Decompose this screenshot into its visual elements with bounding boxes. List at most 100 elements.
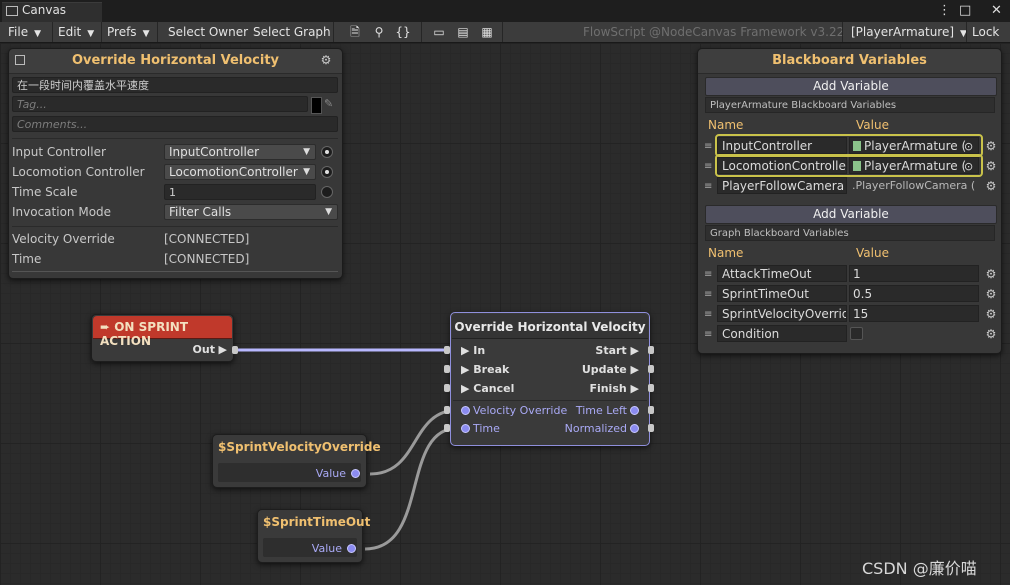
tag-input[interactable]: Tag... [12,96,308,112]
update-port[interactable]: Update ▶ [582,363,639,376]
drag-handle-icon[interactable]: ≡ [704,290,713,300]
variable-name-field[interactable]: SprintTimeOut [717,285,847,302]
drag-handle-icon[interactable]: ≡ [704,310,713,320]
variable-name-field[interactable]: PlayerFollowCamera [717,177,847,194]
graph-blackboard-section-title: Graph Blackboard Variables [705,225,995,241]
flow-out-arrow-icon[interactable]: ▶ [219,343,227,356]
start-port-knob[interactable] [648,346,654,354]
in-port-label: In [473,344,486,357]
variable-name-field[interactable]: SprintVelocityOverride [717,305,847,322]
blackboard-panel: Blackboard Variables Add Variable Player… [697,48,1002,354]
gear-icon[interactable]: ⚙ [985,140,997,152]
in-port[interactable]: ▶ In [461,344,485,357]
color-swatch[interactable] [311,97,322,114]
variable-name-field[interactable]: Condition [717,325,847,342]
event-node-on-sprint-action[interactable]: ➨ ON SPRINT ACTION Out ▶ [91,314,234,362]
gear-icon[interactable]: ⚙ [985,328,997,340]
start-port[interactable]: Start ▶ [595,344,639,357]
velocity-override-port-label: Velocity Override [473,404,568,417]
highlight-box [715,154,983,177]
gear-icon[interactable]: ⚙ [985,288,997,300]
value-column-header: Value [856,118,889,132]
time-left-port-label: Time Left [575,404,627,417]
gear-icon[interactable]: ⚙ [985,180,997,192]
input-controller-bind-toggle[interactable] [321,146,333,158]
time-scale-bind-toggle[interactable] [321,186,333,198]
variable-node-sprint-timeout[interactable]: $SprintTimeOut Value [257,509,370,563]
blackboard-title: Blackboard Variables [772,53,927,68]
time-port-knob[interactable] [444,424,450,432]
add-variable-button-graph[interactable]: Add Variable [705,205,997,224]
variable-node-body [263,538,357,557]
action-node-override-horizontal-velocity[interactable]: Override Horizontal Velocity ▶ In ▶ Brea… [450,312,650,446]
time-port-icon[interactable] [461,424,470,433]
input-controller-dropdown[interactable]: InputController ▼ [164,144,316,160]
time-left-port-icon[interactable] [630,406,639,415]
break-port-label: Break [473,363,510,376]
inspector-header: Override Horizontal Velocity ⚙ [9,49,342,74]
in-port-knob[interactable] [444,346,450,354]
break-port[interactable]: ▶ Break [461,363,509,376]
input-controller-label: Input Controller [12,145,106,159]
variable-value-field[interactable]: 0.5 [849,285,979,302]
variable-value-field[interactable]: 1 [849,265,979,282]
value-port-icon[interactable] [347,544,356,553]
inspector-title: Override Horizontal Velocity [71,53,280,68]
drag-handle-icon[interactable]: ≡ [704,330,713,340]
out-port-label: Out [192,343,215,356]
value-port-label: Value [315,467,346,480]
chevron-down-icon: ▼ [303,147,310,157]
break-port-knob[interactable] [444,365,450,373]
variable-name-field[interactable]: AttackTimeOut [717,265,847,282]
chevron-down-icon: ▼ [303,167,310,177]
locomotion-controller-dropdown[interactable]: LocomotionController ▼ [164,164,316,180]
chevron-down-icon: ▼ [325,207,332,217]
velocity-override-port-knob[interactable] [444,406,450,414]
locomotion-controller-bind-toggle[interactable] [321,166,333,178]
comments-input[interactable]: Comments... [12,116,338,132]
node-inspector-panel: Override Horizontal Velocity ⚙ 在一段时间内覆盖水… [8,48,343,279]
variable-node-title: $SprintTimeOut [263,515,371,529]
update-port-knob[interactable] [648,365,654,373]
invocation-mode-dropdown[interactable]: Filter Calls ▼ [164,204,338,220]
finish-port[interactable]: Finish ▶ [589,382,639,395]
value-port-label: Value [311,542,342,555]
value-connection-velocity[interactable] [369,408,459,476]
variable-value-field[interactable]: 15 [849,305,979,322]
finish-port-label: Finish [589,382,627,395]
variable-value-field[interactable]: .PlayerFollowCamera ( [849,177,979,194]
time-scale-input[interactable]: 1 [164,184,316,200]
flow-arrow-icon: ▶ [626,382,639,395]
gear-icon[interactable]: ⚙ [985,160,997,172]
cancel-port-knob[interactable] [444,384,450,392]
gear-icon[interactable]: ⚙ [985,268,997,280]
flow-out-port[interactable] [232,346,238,354]
drag-handle-icon[interactable]: ≡ [704,162,713,172]
variable-node-sprint-velocity-override[interactable]: $SprintVelocityOverride Value [212,434,381,488]
gear-icon[interactable]: ⚙ [985,308,997,320]
owner-blackboard-section-title: PlayerArmature Blackboard Variables [705,97,995,113]
condition-checkbox[interactable] [850,327,863,340]
normalized-port-knob[interactable] [648,424,654,432]
time-scale-label: Time Scale [12,185,78,199]
drag-handle-icon[interactable]: ≡ [704,182,713,192]
flow-arrow-icon: ▶ [461,382,474,395]
normalized-port-icon[interactable] [630,424,639,433]
eyedropper-icon[interactable]: ✎ [324,97,333,110]
finish-port-knob[interactable] [648,384,654,392]
locomotion-controller-value: LocomotionController [169,165,298,179]
flow-arrow-icon: ▶ [461,344,474,357]
velocity-override-port-icon[interactable] [461,406,470,415]
add-variable-button[interactable]: Add Variable [705,77,997,96]
flow-arrow-icon: ▶ [626,363,639,376]
value-port-icon[interactable] [351,469,360,478]
gear-icon[interactable]: ⚙ [320,54,332,66]
csdn-watermark: CSDN @廉价喵 [862,559,977,578]
cancel-port[interactable]: ▶ Cancel [461,382,514,395]
drag-handle-icon[interactable]: ≡ [704,142,713,152]
name-column-header: Name [708,246,744,260]
drag-handle-icon[interactable]: ≡ [704,270,713,280]
input-controller-value: InputController [169,145,260,159]
node-name-field[interactable]: 在一段时间内覆盖水平速度 [12,77,338,93]
time-left-port-knob[interactable] [648,406,654,414]
